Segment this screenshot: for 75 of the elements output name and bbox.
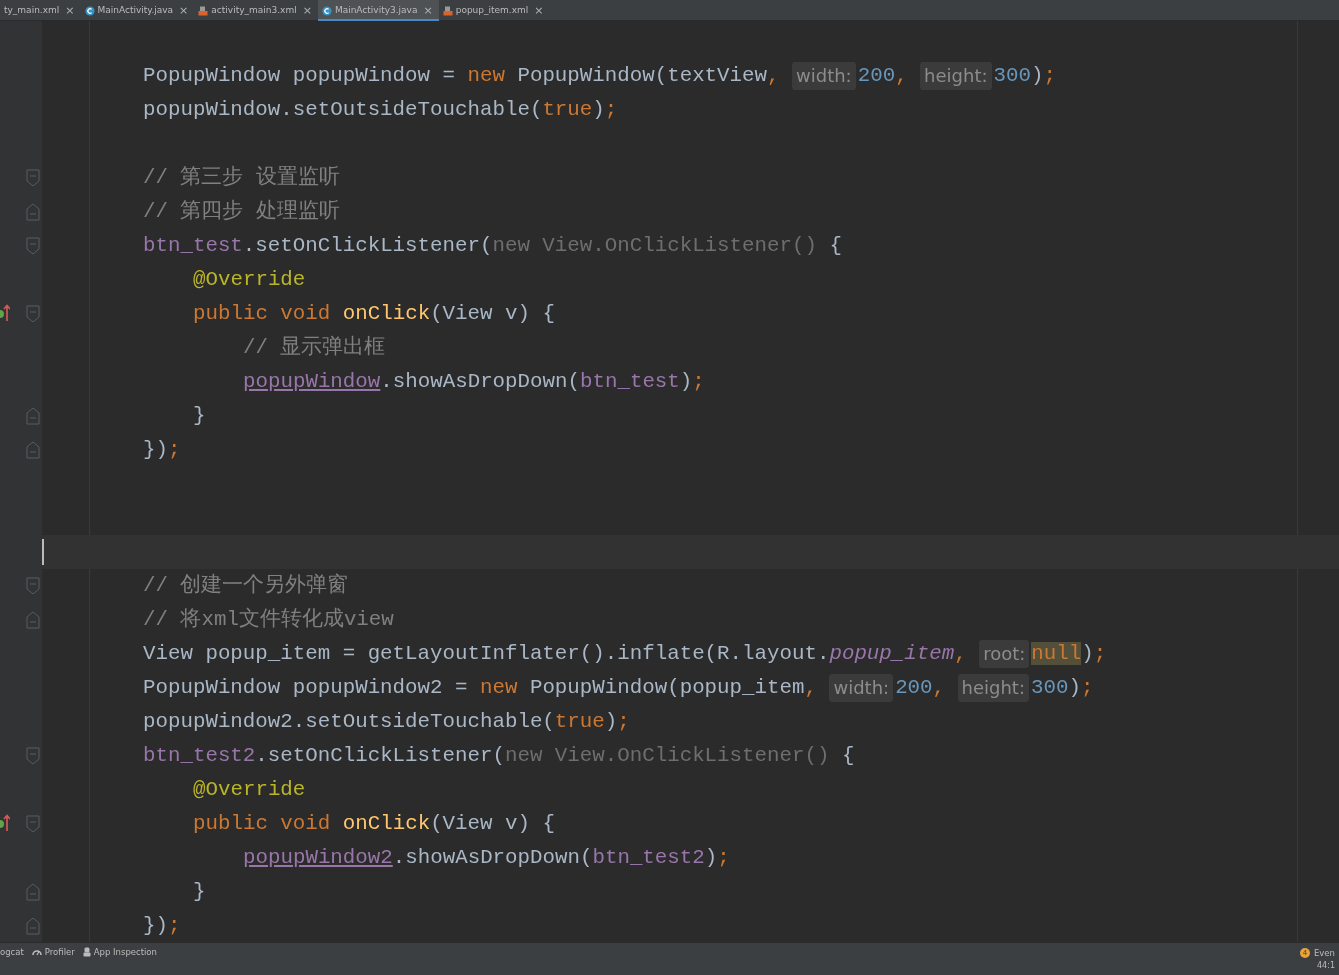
editor-tab[interactable]: popup_item.xml × <box>438 0 550 21</box>
override-icon[interactable] <box>0 304 10 322</box>
unfold-icon[interactable] <box>26 407 40 425</box>
caret-position[interactable]: 44:1 <box>1317 959 1335 972</box>
tool-window-button[interactable]: Profiler <box>31 943 83 959</box>
code-text: } <box>193 403 206 429</box>
editor-tab[interactable]: activity_main3.xml × <box>194 0 318 21</box>
code-text: 200, <box>857 63 909 89</box>
code-text: } <box>193 879 206 905</box>
editor-tab[interactable]: ty_main.xml × <box>0 0 81 21</box>
unfold-icon[interactable] <box>26 611 40 629</box>
fold-icon[interactable] <box>26 747 40 765</box>
tool-window-button[interactable]: ogcat <box>0 943 32 959</box>
code-text: // 将xml文件转化成view <box>143 606 394 633</box>
tab-label[interactable]: MainActivity3.java <box>334 3 418 18</box>
code-text: btn_test2.setOnClickListener(new View.OnClickListener() { <box>143 743 855 769</box>
close-tab-button[interactable]: × <box>534 5 544 16</box>
text-caret <box>42 539 44 565</box>
parameter-hint: height: <box>920 62 992 90</box>
code-text: popupWindow2.showAsDropDown(btn_test2); <box>243 845 730 871</box>
fold-icon[interactable] <box>26 305 40 323</box>
parameter-hint: root: <box>979 640 1030 668</box>
fold-icon[interactable] <box>26 169 40 187</box>
code-text: PopupWindow popupWindow = new PopupWindow(textView, <box>143 63 781 89</box>
tool-window-button[interactable]: App Inspection <box>82 943 165 959</box>
tab-label[interactable]: activity_main3.xml <box>211 3 297 18</box>
inspection-icon <box>82 947 91 958</box>
code-text: // 第四步 处理监听 <box>143 198 340 225</box>
code-text: // 显示弹出框 <box>243 334 386 361</box>
code-text: btn_test.setOnClickListener(new View.OnClickListener() { <box>143 233 842 259</box>
code-text: 300); <box>1031 675 1094 701</box>
class-icon <box>321 5 332 16</box>
fold-icon[interactable] <box>26 237 40 255</box>
override-icon[interactable] <box>0 814 10 832</box>
code-text: popupWindow.setOutsideTouchable(true); <box>143 97 618 123</box>
parameter-hint: width: <box>829 674 894 702</box>
unfold-icon[interactable] <box>26 883 40 901</box>
code-text: }); <box>143 913 181 939</box>
parameter-hint: height: <box>957 674 1029 702</box>
tab-label[interactable]: ty_main.xml <box>4 3 60 18</box>
editor-tab[interactable]: MainActivity3.java × <box>317 0 439 21</box>
editor-tab[interactable]: MainActivity.java × <box>80 0 195 21</box>
code-text: }); <box>143 437 181 463</box>
unfold-icon[interactable] <box>26 917 40 935</box>
code-text: @Override <box>193 777 306 803</box>
close-tab-button[interactable]: × <box>423 5 433 16</box>
tab-label[interactable]: popup_item.xml <box>455 3 529 18</box>
close-tab-button[interactable]: × <box>65 5 75 16</box>
code-text: public void onClick(View v) { <box>193 301 555 327</box>
layout-file-icon <box>442 5 453 16</box>
code-text: 200, <box>895 675 947 701</box>
tool-label[interactable]: Profiler <box>44 946 75 959</box>
code-text: PopupWindow popupWindow2 = new PopupWindow(popup_item, <box>143 675 818 701</box>
fold-icon[interactable] <box>26 815 40 833</box>
gauge-icon <box>31 948 42 957</box>
code-text: @Override <box>193 267 306 293</box>
parameter-hint: width: <box>792 62 856 90</box>
tool-label[interactable]: App Inspection <box>93 946 157 959</box>
tool-label[interactable]: ogcat <box>0 946 24 959</box>
code-text: 300); <box>993 63 1056 89</box>
close-tab-button[interactable]: × <box>302 5 312 16</box>
code-text: // 创建一个另外弹窗 <box>143 572 349 599</box>
code-text: popupWindow2.setOutsideTouchable(true); <box>143 709 630 735</box>
layout-file-icon <box>198 5 209 16</box>
code-text: // 第三步 设置监听 <box>143 164 340 191</box>
code-text: View popup_item = getLayoutInflater().inflate(R.layout.popup_item, <box>143 641 968 667</box>
tab-label[interactable]: MainActivity.java <box>97 3 174 18</box>
close-tab-button[interactable]: × <box>179 5 189 16</box>
unfold-icon[interactable] <box>26 203 40 221</box>
event-label[interactable]: Even <box>1313 947 1335 960</box>
code-text: popupWindow.showAsDropDown(btn_test); <box>243 369 705 395</box>
code-text: public void onClick(View v) { <box>193 811 555 837</box>
class-icon <box>84 5 95 16</box>
unfold-icon[interactable] <box>26 441 40 459</box>
fold-icon[interactable] <box>26 577 40 595</box>
